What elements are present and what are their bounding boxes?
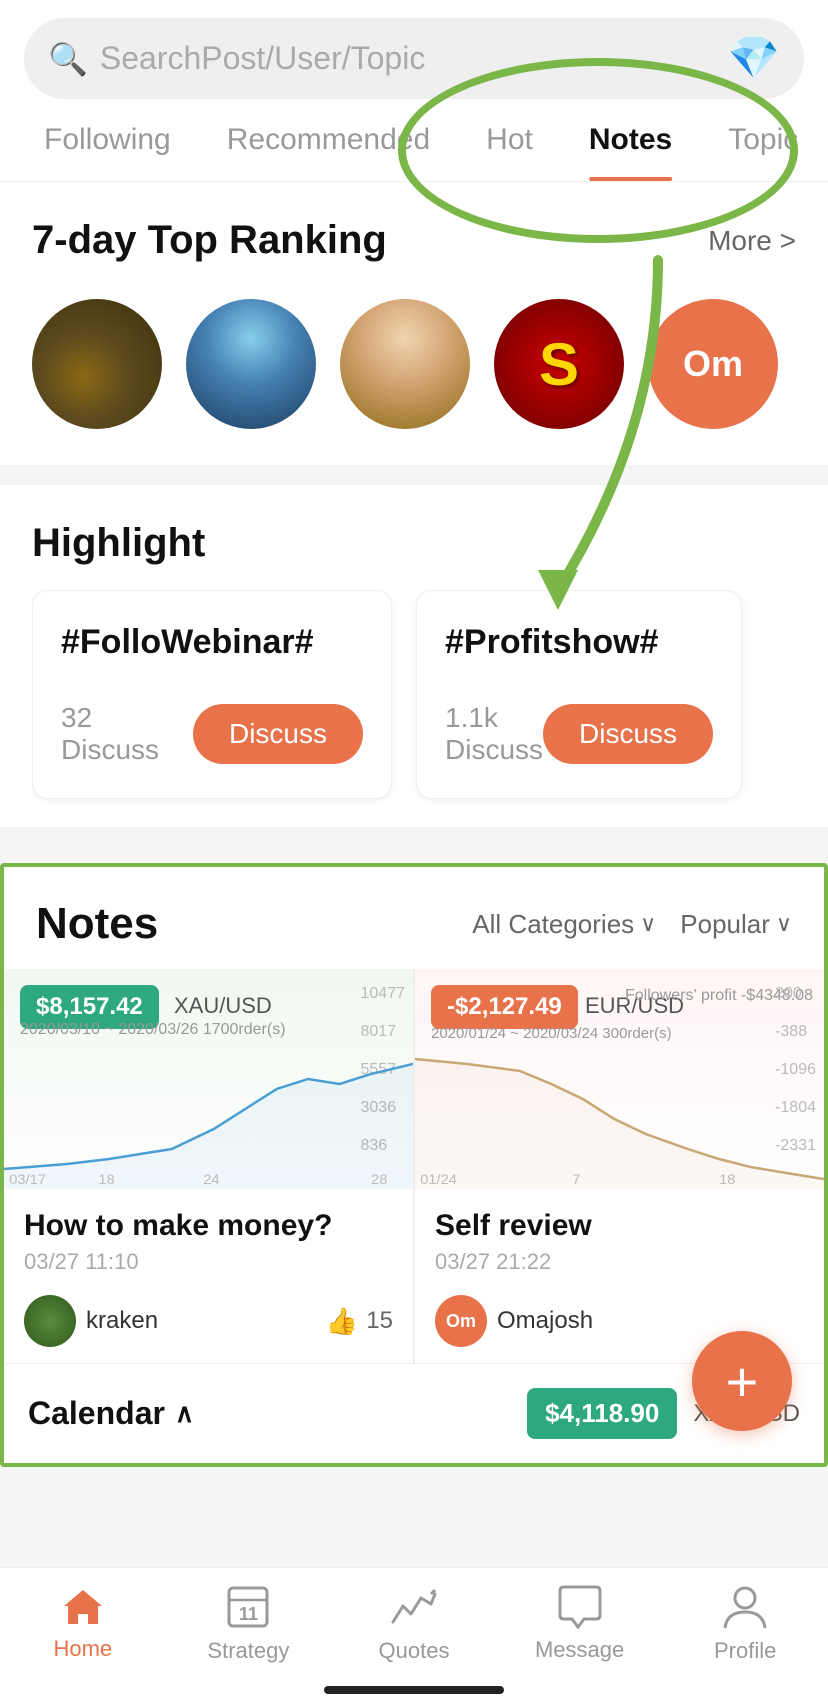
filter-categories[interactable]: All Categories ∨ [472, 909, 656, 940]
notes-section: Notes All Categories ∨ Popular ∨ [0, 863, 828, 1467]
discuss-count-2: 1.1k Discuss [445, 702, 543, 766]
author-avatar-2: Om [435, 1295, 487, 1347]
svg-text:18: 18 [98, 1172, 114, 1188]
author-name-2: Omajosh [497, 1307, 593, 1335]
svg-text:7: 7 [572, 1172, 580, 1188]
section-divider-1 [0, 465, 828, 485]
note-chart-2: -$2,127.49 EUR/USD Followers' profit -$4… [415, 969, 824, 1189]
search-input-wrap[interactable]: 🔍 SearchPost/User/Topic 💎 [24, 18, 804, 99]
tab-topic[interactable]: Topic [700, 99, 826, 181]
fab-add-button[interactable]: + [692, 1331, 792, 1431]
highlight-card-2-footer: 1.1k Discuss Discuss [445, 702, 713, 766]
chart-svg-1: 03/17 18 24 28 [4, 1029, 413, 1189]
thumb-icon-1: 👍 [326, 1306, 358, 1337]
notes-grid: $8,157.42 XAU/USD 2020/03/10 ~ 2020/03/2… [4, 969, 824, 1363]
svg-text:03/17: 03/17 [9, 1172, 46, 1188]
avatar-2[interactable] [186, 299, 316, 429]
note-card-date-1: 03/27 11:10 [24, 1249, 393, 1275]
notes-section-inner: Notes All Categories ∨ Popular ∨ [4, 867, 824, 1463]
ranking-header: 7-day Top Ranking More > [0, 182, 828, 283]
superman-icon: S [539, 330, 579, 399]
section-divider-2 [0, 827, 828, 847]
note-card-2[interactable]: -$2,127.49 EUR/USD Followers' profit -$4… [415, 969, 824, 1363]
highlight-card-1-title: #FolloWebinar# [61, 623, 363, 662]
strategy-icon: 11 [225, 1584, 271, 1630]
tab-hot[interactable]: Hot [458, 99, 561, 181]
home-indicator [324, 1686, 504, 1694]
discuss-button-1[interactable]: Discuss [193, 704, 363, 764]
quotes-icon [389, 1584, 439, 1630]
ranking-title: 7-day Top Ranking [32, 218, 387, 263]
chart-svg-2: 01/24 7 18 [415, 1029, 824, 1189]
nav-strategy-label: Strategy [207, 1638, 289, 1664]
svg-text:18: 18 [719, 1172, 735, 1188]
author-avatar-1 [24, 1295, 76, 1347]
bottom-navigation: Home 11 Strategy Quotes Message Profile [0, 1567, 828, 1704]
note-chart-1: $8,157.42 XAU/USD 2020/03/10 ~ 2020/03/2… [4, 969, 413, 1189]
search-icon: 🔍 [48, 40, 88, 78]
highlight-section: Highlight #FolloWebinar# 32 Discuss Disc… [0, 485, 828, 827]
like-count-1: 👍 15 [326, 1306, 393, 1337]
calendar-price-badge: $4,118.90 [527, 1388, 677, 1439]
search-bar: 🔍 SearchPost/User/Topic 💎 [0, 0, 828, 99]
chevron-categories-icon: ∨ [640, 911, 656, 937]
note-card-footer-1: kraken 👍 15 [24, 1295, 393, 1347]
nav-strategy[interactable]: 11 Strategy [188, 1584, 308, 1664]
author-name-1: kraken [86, 1307, 158, 1335]
highlight-cards: #FolloWebinar# 32 Discuss Discuss #Profi… [32, 590, 796, 807]
svg-text:28: 28 [371, 1172, 387, 1188]
svg-text:24: 24 [203, 1172, 219, 1188]
nav-message-label: Message [535, 1637, 624, 1663]
avatars-row: S Om [0, 283, 828, 465]
nav-home-label: Home [53, 1636, 112, 1662]
note-card-title-2: Self review [435, 1209, 804, 1243]
svg-text:11: 11 [239, 1604, 258, 1624]
note-card-date-2: 03/27 21:22 [435, 1249, 804, 1275]
filter-popular[interactable]: Popular ∨ [680, 909, 792, 940]
note-card-title-1: How to make money? [24, 1209, 393, 1243]
notes-header: Notes All Categories ∨ Popular ∨ [4, 867, 824, 969]
chevron-popular-icon: ∨ [776, 911, 792, 937]
discuss-button-2[interactable]: Discuss [543, 704, 713, 764]
message-icon [556, 1585, 604, 1629]
note-author-1: kraken [24, 1295, 158, 1347]
diamond-icon[interactable]: 💎 [728, 34, 780, 83]
highlight-title: Highlight [32, 521, 796, 566]
tab-notes[interactable]: Notes [561, 99, 700, 181]
tab-recommended[interactable]: Recommended [199, 99, 458, 181]
note-pair-1: XAU/USD [174, 993, 272, 1019]
avatar-4[interactable]: S [494, 299, 624, 429]
svg-text:01/24: 01/24 [420, 1172, 457, 1188]
discuss-count-1: 32 Discuss [61, 702, 193, 766]
note-body-1: How to make money? 03/27 11:10 kraken 👍 … [4, 1189, 413, 1363]
calendar-label[interactable]: Calendar ∧ [28, 1395, 194, 1432]
search-input[interactable]: SearchPost/User/Topic [100, 40, 425, 77]
nav-profile-label: Profile [714, 1638, 776, 1664]
tab-navigation: Following Recommended Hot Notes Topic [0, 99, 828, 182]
highlight-card-2: #Profitshow# 1.1k Discuss Discuss [416, 590, 742, 799]
home-icon [60, 1586, 106, 1628]
profile-icon [723, 1584, 767, 1630]
notes-filters: All Categories ∨ Popular ∨ [472, 909, 792, 940]
notes-section-title: Notes [36, 899, 158, 949]
highlight-card-2-title: #Profitshow# [445, 623, 713, 662]
nav-home[interactable]: Home [23, 1586, 143, 1662]
avatar-1[interactable] [32, 299, 162, 429]
note-price-2: -$2,127.49 [431, 985, 578, 1029]
avatar-5[interactable]: Om [648, 299, 778, 429]
nav-quotes[interactable]: Quotes [354, 1584, 474, 1664]
avatar-3[interactable] [340, 299, 470, 429]
nav-message[interactable]: Message [520, 1585, 640, 1663]
tab-following[interactable]: Following [16, 99, 199, 181]
note-card-1[interactable]: $8,157.42 XAU/USD 2020/03/10 ~ 2020/03/2… [4, 969, 413, 1363]
ranking-more-link[interactable]: More > [708, 225, 796, 257]
nav-profile[interactable]: Profile [685, 1584, 805, 1664]
main-content: 7-day Top Ranking More > S Om Highlight … [0, 182, 828, 1467]
highlight-card-1-footer: 32 Discuss Discuss [61, 702, 363, 766]
nav-quotes-label: Quotes [379, 1638, 450, 1664]
calendar-chevron-icon: ∧ [175, 1398, 194, 1429]
note-author-2: Om Omajosh [435, 1295, 593, 1347]
highlight-card-1: #FolloWebinar# 32 Discuss Discuss [32, 590, 392, 799]
